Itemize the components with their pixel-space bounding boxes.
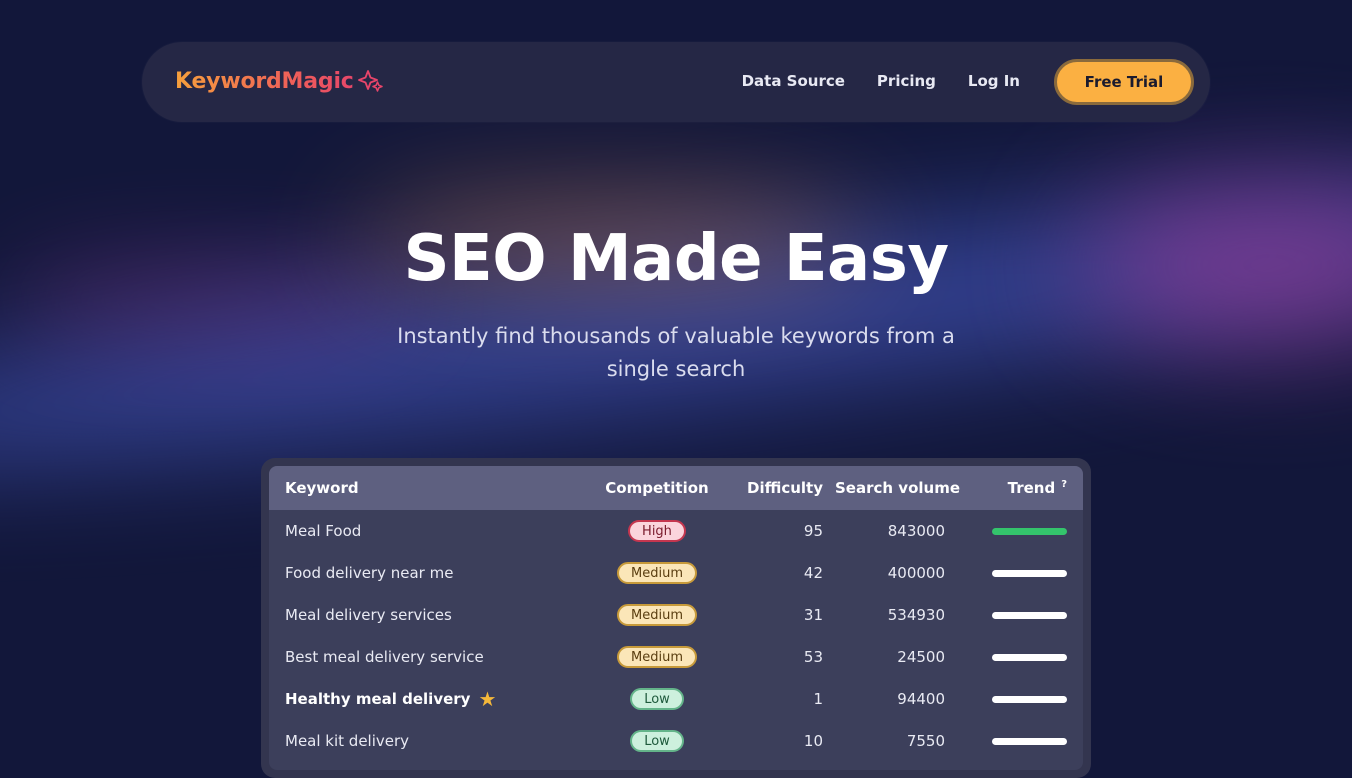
keyword-cell: Meal delivery services [285,606,452,624]
trend-bar [992,653,1067,661]
competition-badge: Medium [617,646,697,668]
table-row[interactable]: Healthy meal delivery ★ Low 1 94400 [269,678,1083,720]
keyword-text: Healthy meal delivery [285,690,471,708]
header-keyword: Keyword [285,479,359,497]
keyword-table-card: Keyword Competition Difficulty Search vo… [261,458,1091,778]
header-search-volume: Search volume [835,479,960,497]
keyword-cell: Meal Food [285,522,362,540]
header-trend: Trend ? [1008,479,1067,497]
keyword-cell-highlighted: Healthy meal delivery ★ [285,689,496,709]
difficulty-cell: 42 [803,564,823,582]
volume-cell: 843000 [887,522,945,540]
difficulty-cell: 1 [813,690,823,708]
top-navigation: KeywordMagic Data Source Pricing Log In … [142,42,1210,122]
nav-link-pricing[interactable]: Pricing [877,72,936,90]
competition-badge: High [628,520,686,542]
keyword-cell: Best meal delivery service [285,648,484,666]
hero-subtitle: Instantly find thousands of valuable key… [397,324,955,381]
table-row[interactable]: Meal delivery services Medium 31 534930 [269,594,1083,636]
competition-badge: Medium [617,604,697,626]
trend-help-icon[interactable]: ? [1061,479,1067,497]
trend-bar [992,737,1067,745]
brand-name: KeywordMagic [175,68,354,94]
header-competition: Competition [605,479,709,497]
difficulty-cell: 95 [803,522,823,540]
table-row[interactable]: Food delivery near me Medium 42 400000 [269,552,1083,594]
free-trial-button[interactable]: Free Trial [1054,59,1194,105]
table-row[interactable]: Meal kit delivery Low 10 7550 [269,720,1083,762]
header-difficulty: Difficulty [747,479,823,497]
difficulty-cell: 53 [803,648,823,666]
volume-cell: 24500 [897,648,945,666]
hero-title: SEO Made Easy [403,222,949,296]
keyword-cell: Food delivery near me [285,564,454,582]
competition-badge: Medium [617,562,697,584]
trend-bar [992,695,1067,703]
volume-cell: 534930 [887,606,945,624]
brand-logo[interactable]: KeywordMagic [175,68,384,94]
nav-links: Data Source Pricing Log In [742,72,1020,90]
trend-bar [992,569,1067,577]
trend-bar [992,527,1067,535]
table-row[interactable]: Best meal delivery service Medium 53 245… [269,636,1083,678]
keyword-cell: Meal kit delivery [285,732,410,750]
star-icon: ★ [478,687,497,711]
volume-cell: 400000 [887,564,945,582]
competition-badge: Low [630,688,684,710]
nav-link-log-in[interactable]: Log In [968,72,1020,90]
table-row[interactable]: Meal Food High 95 843000 [269,510,1083,552]
table-header: Keyword Competition Difficulty Search vo… [269,466,1083,510]
sparkle-icon [357,70,383,92]
volume-cell: 7550 [906,732,945,750]
difficulty-cell: 10 [803,732,823,750]
trend-bar [992,611,1067,619]
header-trend-label: Trend [1007,479,1056,497]
difficulty-cell: 31 [803,606,823,624]
nav-link-data-source[interactable]: Data Source [742,72,845,90]
volume-cell: 94400 [897,690,945,708]
keyword-table: Keyword Competition Difficulty Search vo… [269,466,1083,770]
competition-badge: Low [630,730,684,752]
